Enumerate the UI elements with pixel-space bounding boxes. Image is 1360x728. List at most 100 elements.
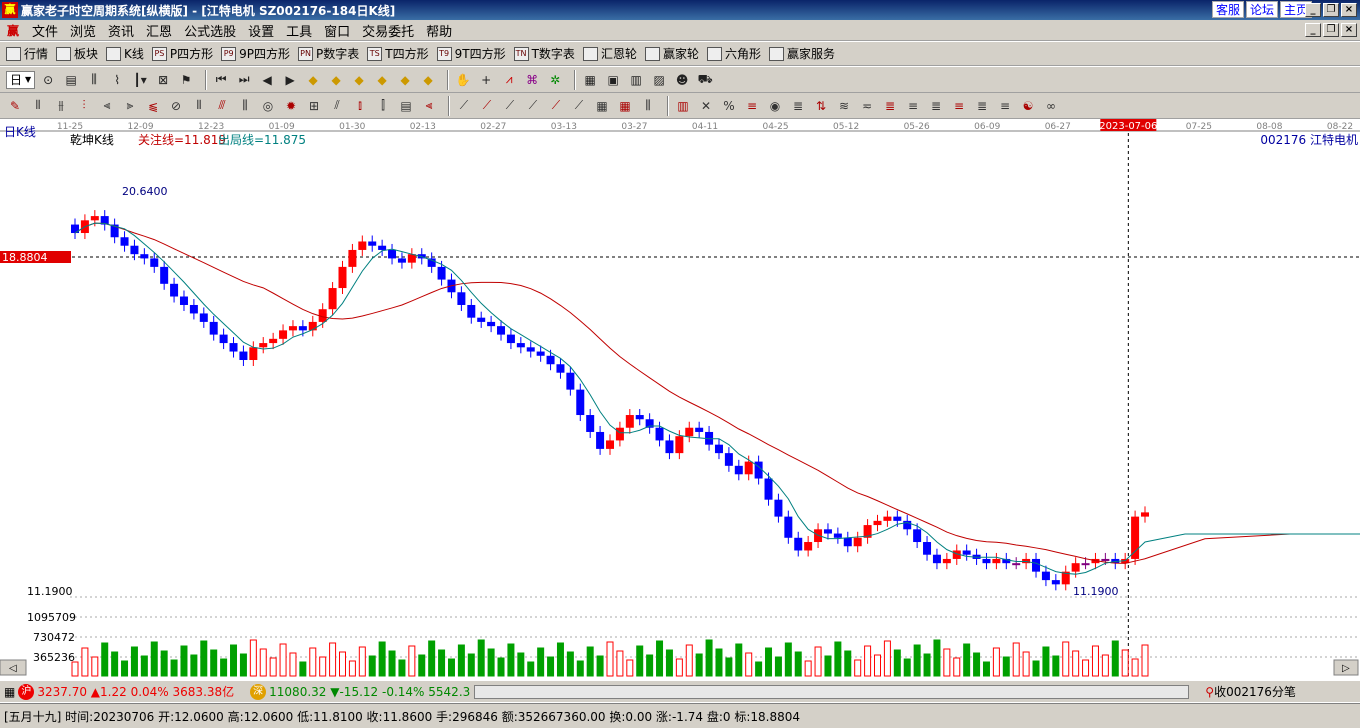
truck-icon[interactable]: ⛟	[696, 71, 714, 89]
minimize-button[interactable]: _	[1305, 3, 1321, 17]
draw-tool-20-icon[interactable]: ⟋	[455, 97, 473, 115]
close-button[interactable]: ×	[1341, 3, 1357, 17]
hand-icon[interactable]: ✋	[454, 71, 472, 89]
status-scrollbar[interactable]	[474, 684, 1190, 699]
draw-tool-42-icon[interactable]: ≡	[950, 97, 968, 115]
maximize-button[interactable]: ❐	[1323, 3, 1339, 17]
draw-tool-14-icon[interactable]: ⫽	[328, 97, 346, 115]
menu-huien[interactable]: 汇恩	[140, 21, 178, 40]
menu-trade[interactable]: 交易委托	[356, 21, 420, 40]
draw-tool-11-icon[interactable]: ◎	[259, 97, 277, 115]
draw-tool-1-icon[interactable]: ⫴	[29, 97, 47, 115]
draw-tool-23-icon[interactable]: ⟋	[524, 97, 542, 115]
draw-tool-9-icon[interactable]: ⫻	[213, 97, 231, 115]
menu-window[interactable]: 窗口	[318, 21, 356, 40]
draw-tool-41-icon[interactable]: ≣	[927, 97, 945, 115]
flag-icon[interactable]: ⚑	[177, 71, 195, 89]
draw-tool-33-icon[interactable]: ≡	[743, 97, 761, 115]
draw-tool-34-icon[interactable]: ◉	[766, 97, 784, 115]
period-select[interactable]: 日 ▼	[6, 70, 36, 89]
menu-news[interactable]: 资讯	[102, 21, 140, 40]
draw-tool-8-icon[interactable]: ⦀	[190, 97, 208, 115]
draw-tool-35-icon[interactable]: ≣	[789, 97, 807, 115]
draw-tool-17-icon[interactable]: ▤	[397, 97, 415, 115]
draw-tool-28-icon[interactable]: ⫼	[639, 97, 657, 115]
draw-tool-3-icon[interactable]: ⫶	[75, 97, 93, 115]
draw-tool-31-icon[interactable]: ✕	[697, 97, 715, 115]
menu-formula[interactable]: 公式选股	[178, 21, 242, 40]
toolbar-item-2[interactable]: K线	[106, 45, 144, 62]
toolbar-item-10[interactable]: 赢家轮	[644, 45, 699, 62]
child-close-button[interactable]: ×	[1341, 23, 1357, 37]
menu-tools[interactable]: 工具	[280, 21, 318, 40]
grid-icon[interactable]: ▦	[4, 685, 15, 699]
toolbar-item-4[interactable]: P9 9P四方形	[221, 45, 290, 62]
draw-tool-0-icon[interactable]: ✎	[6, 97, 24, 115]
toolbar-item-6[interactable]: TS T四方形	[367, 45, 429, 62]
wave-icon[interactable]: ⌇	[108, 71, 126, 89]
diamond-out-icon[interactable]: ◆	[419, 71, 437, 89]
draw-tool-30-icon[interactable]: ▥	[674, 97, 692, 115]
draw-tool-15-icon[interactable]: ⫾	[351, 97, 369, 115]
toolbar-item-0[interactable]: 行情	[6, 45, 48, 62]
draw-tool-36-icon[interactable]: ⇅	[812, 97, 830, 115]
draw-tool-25-icon[interactable]: ⟋	[570, 97, 588, 115]
list-icon[interactable]: ▤	[62, 71, 80, 89]
draw-tool-10-icon[interactable]: ⫼	[236, 97, 254, 115]
menu-settings[interactable]: 设置	[242, 21, 280, 40]
trend-icon[interactable]: ⩘	[500, 71, 518, 89]
draw-tool-26-icon[interactable]: ▦	[593, 97, 611, 115]
draw-tool-2-icon[interactable]: ⫵	[52, 97, 70, 115]
calendar-icon[interactable]: ▦	[581, 71, 599, 89]
ticks-label[interactable]: 收002176分笔	[1214, 683, 1296, 700]
chart-type-icon[interactable]: ⫼	[85, 71, 103, 89]
draw-tool-7-icon[interactable]: ⊘	[167, 97, 185, 115]
first-icon[interactable]: ⏮	[212, 71, 230, 89]
diamond-right-icon[interactable]: ◆	[327, 71, 345, 89]
draw-tool-38-icon[interactable]: ≂	[858, 97, 876, 115]
save-icon[interactable]: ▨	[650, 71, 668, 89]
menu-browse[interactable]: 浏览	[64, 21, 102, 40]
crosshair-icon[interactable]: +	[477, 71, 495, 89]
zoom-icon[interactable]: ⊙	[39, 71, 57, 89]
child-minimize-button[interactable]: _	[1305, 23, 1321, 37]
diamond-up-icon[interactable]: ◆	[350, 71, 368, 89]
service-link[interactable]: 客服	[1211, 1, 1244, 18]
last-icon[interactable]: ⏭	[235, 71, 253, 89]
draw-tool-5-icon[interactable]: ⫸	[121, 97, 139, 115]
people-icon[interactable]: ☻	[673, 71, 691, 89]
diamond-in-icon[interactable]: ◆	[396, 71, 414, 89]
draw-tool-21-icon[interactable]: ⟋	[478, 97, 496, 115]
draw-tool-44-icon[interactable]: ≡	[996, 97, 1014, 115]
menu-file[interactable]: 文件	[26, 21, 64, 40]
draw-tool-13-icon[interactable]: ⊞	[305, 97, 323, 115]
toolbar-item-8[interactable]: TN T数字表	[513, 45, 575, 62]
draw-tool-43-icon[interactable]: ≣	[973, 97, 991, 115]
calculator-icon[interactable]: ▣	[604, 71, 622, 89]
draw-tool-6-icon[interactable]: ⫹	[144, 97, 162, 115]
draw-tool-45-icon[interactable]: ☯	[1019, 97, 1037, 115]
draw-tool-22-icon[interactable]: ⟋	[501, 97, 519, 115]
toolbar-item-11[interactable]: 六角形	[706, 45, 761, 62]
draw-tool-40-icon[interactable]: ≡	[904, 97, 922, 115]
draw-tool-4-icon[interactable]: ⫷	[98, 97, 116, 115]
notes-icon[interactable]: ▥	[627, 71, 645, 89]
pattern-icon[interactable]: ⌘	[523, 71, 541, 89]
kline-chart[interactable]: 11-25 12-09 12-23 01-09 01-30 02-13 02-27 03-13…	[0, 119, 1360, 677]
toolbar-item-5[interactable]: PN P数字表	[298, 45, 359, 62]
toolbar-item-9[interactable]: 汇恩轮	[582, 45, 637, 62]
next-icon[interactable]: ▶	[281, 71, 299, 89]
prev-icon[interactable]: ◀	[258, 71, 276, 89]
child-restore-button[interactable]: ❐	[1323, 23, 1339, 37]
draw-tool-46-icon[interactable]: ∞	[1042, 97, 1060, 115]
toolbar-item-1[interactable]: 板块	[56, 45, 98, 62]
toolbar-item-7[interactable]: T9 9T四方形	[436, 45, 506, 62]
bar-type-icon[interactable]: ┃▾	[131, 71, 149, 89]
draw-tool-16-icon[interactable]: ⫿	[374, 97, 392, 115]
toolbar-item-3[interactable]: PS P四方形	[151, 45, 213, 62]
grid-zoom-icon[interactable]: ⊠	[154, 71, 172, 89]
draw-tool-39-icon[interactable]: ≣	[881, 97, 899, 115]
draw-tool-27-icon[interactable]: ▦	[616, 97, 634, 115]
draw-tool-12-icon[interactable]: ✹	[282, 97, 300, 115]
forum-link[interactable]: 论坛	[1245, 1, 1278, 18]
